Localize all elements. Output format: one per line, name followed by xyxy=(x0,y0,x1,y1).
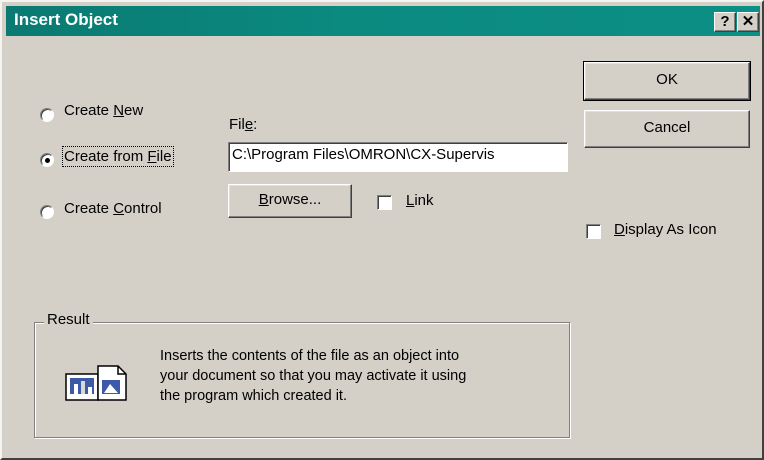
document-chart-icon xyxy=(56,360,136,410)
result-description: Inserts the contents of the file as an o… xyxy=(160,346,466,406)
insert-object-dialog: Insert Object ? ✕ Create New Create from… xyxy=(0,0,764,460)
create-new-radio[interactable] xyxy=(40,108,54,122)
link-label[interactable]: Link xyxy=(406,192,434,209)
create-control-radio[interactable] xyxy=(40,205,54,219)
help-button[interactable]: ? xyxy=(714,12,736,32)
create-control-label[interactable]: Create Control xyxy=(64,200,162,217)
create-new-label[interactable]: Create New xyxy=(64,102,143,119)
create-from-file-radio[interactable] xyxy=(40,153,54,167)
result-group-label: Result xyxy=(44,311,93,328)
result-line: your document so that you may activate i… xyxy=(160,368,467,384)
ok-button[interactable]: OK xyxy=(583,61,751,101)
dialog-title: Insert Object xyxy=(14,10,118,29)
close-button[interactable]: ✕ xyxy=(737,12,759,32)
title-bar[interactable]: Insert Object ? ✕ xyxy=(6,6,760,36)
link-checkbox[interactable] xyxy=(377,195,392,210)
file-path-input[interactable]: C:\Program Files\OMRON\CX-Supervis xyxy=(228,142,568,172)
browse-button[interactable]: Browse... xyxy=(228,184,352,218)
result-line: the program which created it. xyxy=(160,388,347,404)
cancel-button[interactable]: Cancel xyxy=(584,110,750,148)
file-label: File: xyxy=(229,116,258,133)
create-from-file-label[interactable]: Create from File xyxy=(62,146,174,167)
display-as-icon-label[interactable]: Display As Icon xyxy=(614,221,717,238)
result-line: Inserts the contents of the file as an o… xyxy=(160,348,460,364)
display-as-icon-checkbox[interactable] xyxy=(586,224,601,239)
